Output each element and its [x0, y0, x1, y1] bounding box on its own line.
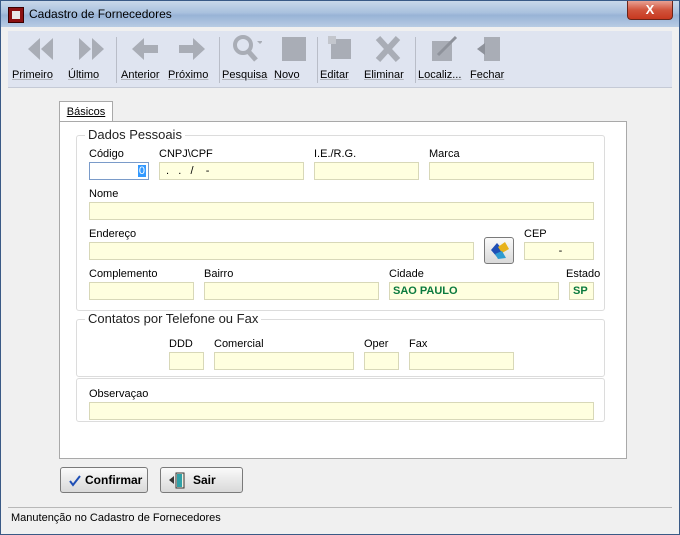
- personal-data-title: Dados Pessoais: [85, 127, 185, 142]
- brand-label: Marca: [429, 148, 460, 160]
- next-record-label: Próximo: [168, 69, 209, 81]
- address-field[interactable]: [89, 242, 474, 260]
- locate-icon: [432, 35, 458, 61]
- edit-record-button[interactable]: Editar: [320, 35, 362, 87]
- delete-record-button[interactable]: Eliminar: [364, 35, 412, 87]
- code-field[interactable]: 0: [89, 162, 149, 180]
- notes-field[interactable]: [89, 402, 594, 420]
- district-label: Bairro: [204, 268, 234, 280]
- fax-field[interactable]: [409, 352, 514, 370]
- complement-field[interactable]: [89, 282, 194, 300]
- new-record-button[interactable]: Novo: [274, 35, 314, 87]
- checkmark-icon: [69, 475, 81, 487]
- address-lookup-icon: [491, 242, 509, 259]
- window-title: Cadastro de Fornecedores: [29, 7, 172, 21]
- cep-field[interactable]: -: [524, 242, 594, 260]
- toolbar: Primeiro Último Anterior Próximo Pesquis…: [8, 31, 672, 88]
- edit-record-label: Editar: [320, 69, 349, 81]
- form-area: Básicos Dados Pessoais Código 0 CNPJ\CPF…: [8, 91, 672, 503]
- name-field[interactable]: [89, 202, 594, 220]
- address-lookup-button[interactable]: [484, 237, 514, 264]
- exit-button[interactable]: Sair: [160, 467, 243, 493]
- commercial-phone-field[interactable]: [214, 352, 354, 370]
- edit-icon: [328, 36, 351, 59]
- main-window: Cadastro de Fornecedores X Primeiro Últi…: [0, 0, 680, 535]
- close-form-label: Fechar: [470, 69, 505, 81]
- arrow-left-icon: [132, 38, 158, 60]
- first-record-button[interactable]: Primeiro: [12, 35, 70, 87]
- district-field[interactable]: [204, 282, 379, 300]
- exit-door-icon: [477, 37, 500, 61]
- arrow-right-icon: [179, 38, 205, 60]
- exit-label: Sair: [193, 473, 216, 487]
- exit-door-icon: [169, 472, 185, 489]
- oper-field[interactable]: [364, 352, 399, 370]
- title-bar: Cadastro de Fornecedores X: [1, 1, 679, 27]
- confirm-label: Confirmar: [85, 473, 143, 487]
- ddd-field[interactable]: [169, 352, 204, 370]
- notes-label: Observaçao: [89, 388, 149, 400]
- toolbar-separator: [317, 37, 318, 83]
- city-label: Cidade: [389, 268, 424, 280]
- code-value: 0: [137, 165, 146, 177]
- toolbar-separator: [116, 37, 117, 83]
- fax-label: Fax: [409, 338, 428, 350]
- cep-label: CEP: [524, 228, 547, 240]
- last-record-label: Último: [68, 69, 100, 81]
- first-record-label: Primeiro: [12, 69, 53, 81]
- complement-label: Complemento: [89, 268, 158, 280]
- commercial-label: Comercial: [214, 338, 264, 350]
- first-record-icon: [28, 38, 53, 60]
- address-label: Endereço: [89, 228, 137, 240]
- delete-record-label: Eliminar: [364, 69, 404, 81]
- oper-label: Oper: [364, 338, 389, 350]
- ddd-label: DDD: [169, 338, 193, 350]
- tab-basicos[interactable]: Básicos: [59, 101, 113, 122]
- last-record-button[interactable]: Último: [68, 35, 114, 87]
- ie-field[interactable]: [314, 162, 419, 180]
- tab-panel-basicos: Dados Pessoais Código 0 CNPJ\CPF . . / -…: [59, 121, 627, 459]
- search-button[interactable]: Pesquisa: [222, 35, 272, 87]
- close-window-button[interactable]: X: [627, 1, 673, 20]
- status-bar: Manutenção no Cadastro de Fornecedores: [8, 507, 672, 527]
- toolbar-separator: [219, 37, 220, 83]
- code-label: Código: [89, 148, 124, 160]
- delete-x-icon: [375, 35, 401, 63]
- contacts-title: Contatos por Telefone ou Fax: [85, 311, 262, 326]
- state-label: Estado: [566, 268, 601, 280]
- cnpj-label: CNPJ\CPF: [159, 148, 213, 160]
- close-form-button[interactable]: Fechar: [470, 35, 510, 87]
- previous-record-label: Anterior: [121, 69, 160, 81]
- new-document-icon: [282, 37, 306, 61]
- magnifier-icon: [233, 35, 262, 62]
- ie-label: I.E./R.G.: [314, 148, 357, 160]
- confirm-button[interactable]: Confirmar: [60, 467, 148, 493]
- locate-label: Localiz...: [418, 69, 462, 81]
- city-field[interactable]: SAO PAULO: [389, 282, 559, 300]
- app-icon: [8, 7, 24, 23]
- toolbar-separator: [415, 37, 416, 83]
- new-record-label: Novo: [274, 69, 300, 81]
- next-record-button[interactable]: Próximo: [168, 35, 216, 87]
- previous-record-button[interactable]: Anterior: [121, 35, 169, 87]
- state-field[interactable]: SP: [569, 282, 594, 300]
- last-record-icon: [79, 38, 104, 60]
- cnpj-field[interactable]: . . / -: [159, 162, 304, 180]
- brand-field[interactable]: [429, 162, 594, 180]
- name-label: Nome: [89, 188, 119, 200]
- search-label: Pesquisa: [222, 69, 268, 81]
- locate-button[interactable]: Localiz...: [418, 35, 468, 87]
